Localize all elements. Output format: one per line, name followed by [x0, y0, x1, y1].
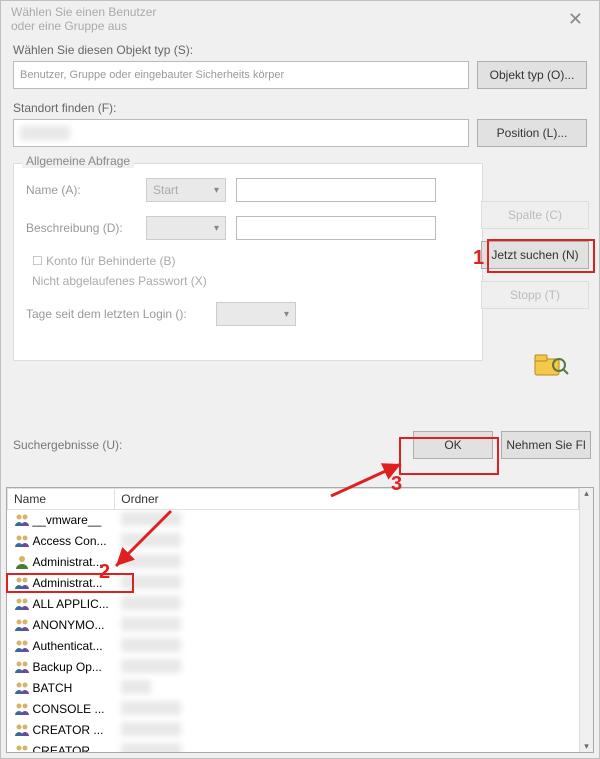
ok-button[interactable]: OK: [413, 431, 493, 459]
table-row[interactable]: ALL APPLIC...: [8, 594, 579, 615]
titlebar: Wählen Sie einen Benutzer oder eine Grup…: [1, 1, 599, 37]
dialog-title-2: oder eine Gruppe aus: [11, 19, 156, 33]
location-label: Standort finden (F):: [13, 101, 587, 115]
col-name[interactable]: Name: [8, 489, 115, 510]
location-field[interactable]: [13, 119, 469, 147]
cancel-button[interactable]: Nehmen Sie Fl: [501, 431, 591, 459]
table-row[interactable]: Backup Op...: [8, 657, 579, 678]
scroll-up-icon[interactable]: ▴: [584, 488, 589, 499]
table-row[interactable]: ANONYMO...: [8, 615, 579, 636]
chevron-down-icon: ▾: [214, 185, 219, 196]
col-folder[interactable]: Ordner: [115, 489, 579, 510]
object-type-field[interactable]: Benutzer, Gruppe oder eingebauter Sicher…: [13, 61, 469, 89]
columns-button[interactable]: Spalte (C): [481, 201, 589, 229]
desc-label: Beschreibung (D):: [26, 221, 136, 235]
dialog-title-1: Wählen Sie einen Benutzer: [11, 5, 156, 19]
table-row[interactable]: __vmware__: [8, 510, 579, 532]
results-label: Suchergebnisse (U):: [13, 438, 405, 452]
scroll-down-icon[interactable]: ▾: [584, 741, 589, 752]
name-label: Name (A):: [26, 183, 136, 197]
object-type-button[interactable]: Objekt typ (O)...: [477, 61, 587, 89]
days-combo[interactable]: ▾: [216, 302, 296, 326]
table-row[interactable]: BATCH: [8, 678, 579, 699]
table-row[interactable]: Access Con...: [8, 531, 579, 552]
table-row[interactable]: Administrat...: [8, 552, 579, 573]
query-tab[interactable]: Allgemeine Abfrage: [22, 154, 134, 168]
chevron-down-icon: ▾: [214, 223, 219, 234]
table-row[interactable]: Authenticat...: [8, 636, 579, 657]
name-combo[interactable]: Start▾: [146, 178, 226, 202]
results-list: Name Ordner __vmware__Access Con...Admin…: [6, 487, 594, 753]
search-now-button[interactable]: Jetzt suchen (N): [481, 241, 589, 269]
chevron-down-icon: ▾: [284, 309, 289, 320]
table-row[interactable]: Administrat...: [8, 573, 579, 594]
close-icon[interactable]: ✕: [562, 9, 589, 30]
search-folder-icon: [533, 351, 569, 386]
stop-button[interactable]: Stopp (T): [481, 281, 589, 309]
query-panel: Allgemeine Abfrage Name (A): Start▾ Besc…: [13, 163, 483, 361]
table-row[interactable]: CREATOR ...: [8, 720, 579, 741]
object-type-label: Wählen Sie diesen Objekt typ (S):: [13, 43, 587, 57]
desc-combo[interactable]: ▾: [146, 216, 226, 240]
table-row[interactable]: CREATOR ...: [8, 741, 579, 752]
days-label: Tage seit dem letzten Login ():: [26, 307, 206, 321]
desc-input[interactable]: [236, 216, 436, 240]
location-button[interactable]: Position (L)...: [477, 119, 587, 147]
disabled-checkbox[interactable]: ☐ Konto für Behinderte (B): [32, 254, 470, 268]
table-row[interactable]: CONSOLE ...: [8, 699, 579, 720]
password-checkbox[interactable]: Nicht abgelaufenes Passwort (X): [32, 274, 470, 288]
scrollbar[interactable]: ▴ ▾: [579, 488, 593, 752]
name-input[interactable]: [236, 178, 436, 202]
